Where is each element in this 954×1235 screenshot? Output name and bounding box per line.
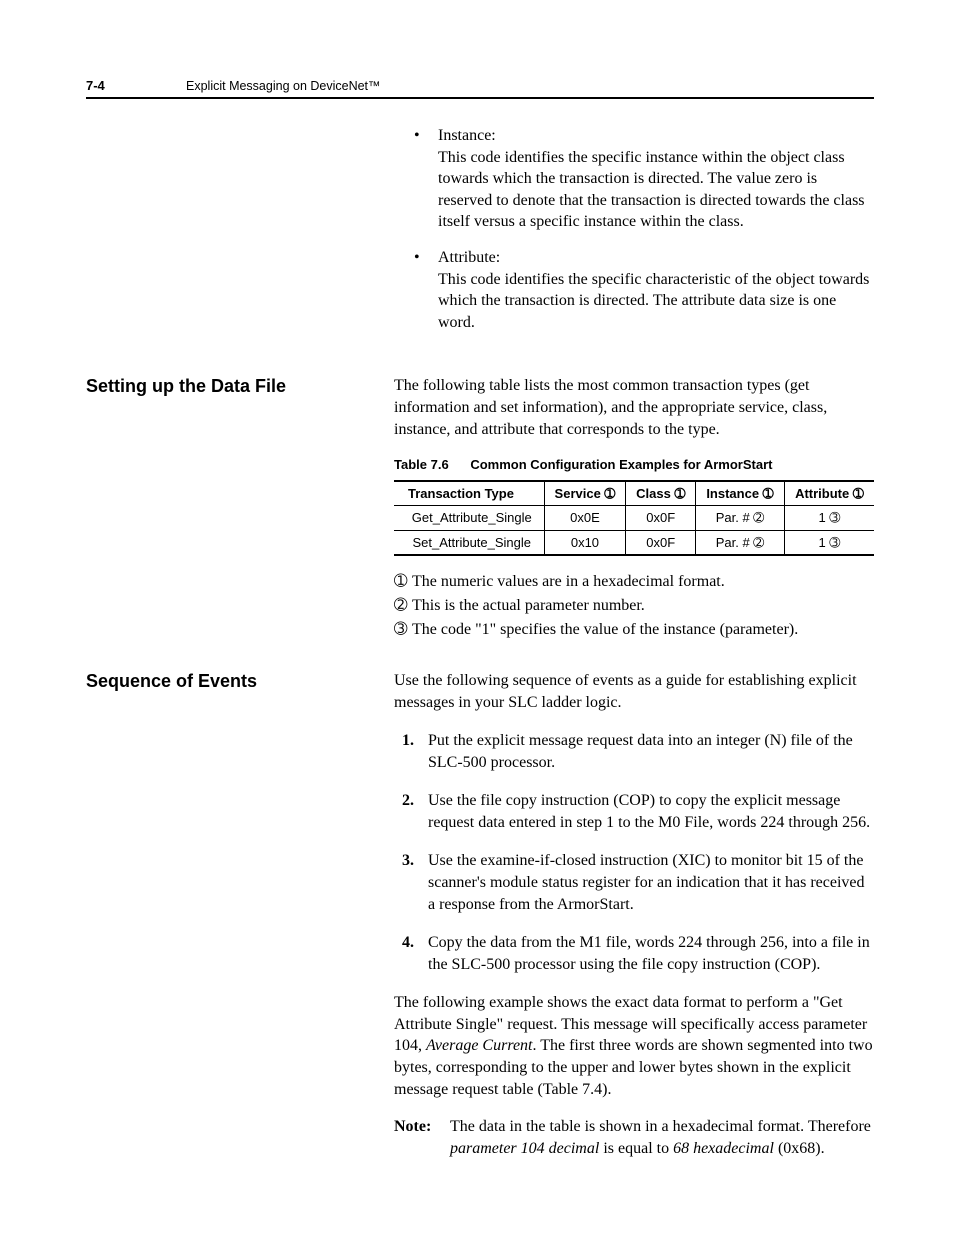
cell: 1 ➂ (784, 506, 874, 531)
heading-sequence: Sequence of Events (86, 670, 394, 693)
document-title: Explicit Messaging on DeviceNet™ (186, 79, 381, 93)
step-4: Copy the data from the M1 file, words 22… (418, 932, 874, 976)
cell: 0x0F (626, 506, 696, 531)
cell: 1 ➂ (784, 530, 874, 555)
definitions-body: Instance: This code identifies the speci… (394, 125, 874, 347)
cell: 0x10 (544, 530, 626, 555)
sequence-intro: Use the following sequence of events as … (394, 670, 874, 713)
config-table: Transaction Type Service ➀ Class ➀ Insta… (394, 480, 874, 557)
note-mid: is equal to (599, 1140, 673, 1157)
heading-datafile: Setting up the Data File (86, 375, 394, 398)
footnote-symbol: ➂ (394, 618, 412, 642)
footnote: ➀The numeric values are in a hexadecimal… (394, 570, 874, 594)
footnote-text: The code "1" specifies the value of the … (412, 621, 798, 638)
table-row: Get_Attribute_Single 0x0E 0x0F Par. # ➁ … (394, 506, 874, 531)
cell: Get_Attribute_Single (394, 506, 544, 531)
section-sequence: Sequence of Events Use the following seq… (86, 670, 874, 1160)
footnote-symbol: ➀ (394, 570, 412, 594)
page-header: 7-4 Explicit Messaging on DeviceNet™ (86, 78, 874, 99)
list-item: Instance: This code identifies the speci… (394, 125, 874, 233)
definitions-block: Instance: This code identifies the speci… (86, 125, 874, 347)
th-class: Class ➀ (626, 481, 696, 506)
term-instance: Instance: (438, 127, 496, 144)
table-title: Common Configuration Examples for ArmorS… (470, 457, 772, 472)
term-attribute: Attribute: (438, 249, 500, 266)
cell: Par. # ➁ (696, 506, 785, 531)
step-2: Use the file copy instruction (COP) to c… (418, 790, 874, 834)
footnote-text: The numeric values are in a hexadecimal … (412, 573, 725, 590)
footnote-text: This is the actual parameter number. (412, 597, 645, 614)
th-attribute: Attribute ➀ (784, 481, 874, 506)
th-transaction: Transaction Type (394, 481, 544, 506)
closing-paragraph: The following example shows the exact da… (394, 992, 874, 1100)
note-block: Note: The data in the table is shown in … (394, 1116, 874, 1160)
footnote: ➂The code "1" specifies the value of the… (394, 618, 874, 642)
step-3: Use the examine-if-closed instruction (X… (418, 850, 874, 916)
datafile-body: The following table lists the most commo… (394, 375, 874, 642)
th-service: Service ➀ (544, 481, 626, 506)
cell: 0x0F (626, 530, 696, 555)
term-attribute-body: This code identifies the specific charac… (438, 271, 869, 331)
datafile-intro: The following table lists the most commo… (394, 375, 874, 440)
cell: 0x0E (544, 506, 626, 531)
note-label: Note: (394, 1116, 450, 1160)
step-1: Put the explicit message request data in… (418, 730, 874, 774)
table-caption: Table 7.6 Common Configuration Examples … (394, 456, 874, 474)
table-footnotes: ➀The numeric values are in a hexadecimal… (394, 570, 874, 642)
table-row: Set_Attribute_Single 0x10 0x0F Par. # ➁ … (394, 530, 874, 555)
note-em1: parameter 104 decimal (450, 1140, 599, 1157)
table-number: Table 7.6 (394, 457, 449, 472)
note-post: (0x68). (774, 1140, 825, 1157)
note-pre: The data in the table is shown in a hexa… (450, 1118, 871, 1135)
note-em2: 68 hexadecimal (673, 1140, 774, 1157)
cell: Par. # ➁ (696, 530, 785, 555)
footnote: ➁This is the actual parameter number. (394, 594, 874, 618)
table-head-row: Transaction Type Service ➀ Class ➀ Insta… (394, 481, 874, 506)
term-instance-body: This code identifies the specific instan… (438, 149, 865, 231)
page: 7-4 Explicit Messaging on DeviceNet™ Ins… (0, 0, 954, 1235)
sequence-body: Use the following sequence of events as … (394, 670, 874, 1160)
steps-list: Put the explicit message request data in… (394, 730, 874, 977)
footnote-symbol: ➁ (394, 594, 412, 618)
th-instance: Instance ➀ (696, 481, 785, 506)
note-body: The data in the table is shown in a hexa… (450, 1116, 874, 1160)
closing-em: Average Current (426, 1037, 533, 1054)
page-number: 7-4 (86, 78, 186, 93)
section-datafile: Setting up the Data File The following t… (86, 375, 874, 642)
list-item: Attribute: This code identifies the spec… (394, 247, 874, 333)
cell: Set_Attribute_Single (394, 530, 544, 555)
